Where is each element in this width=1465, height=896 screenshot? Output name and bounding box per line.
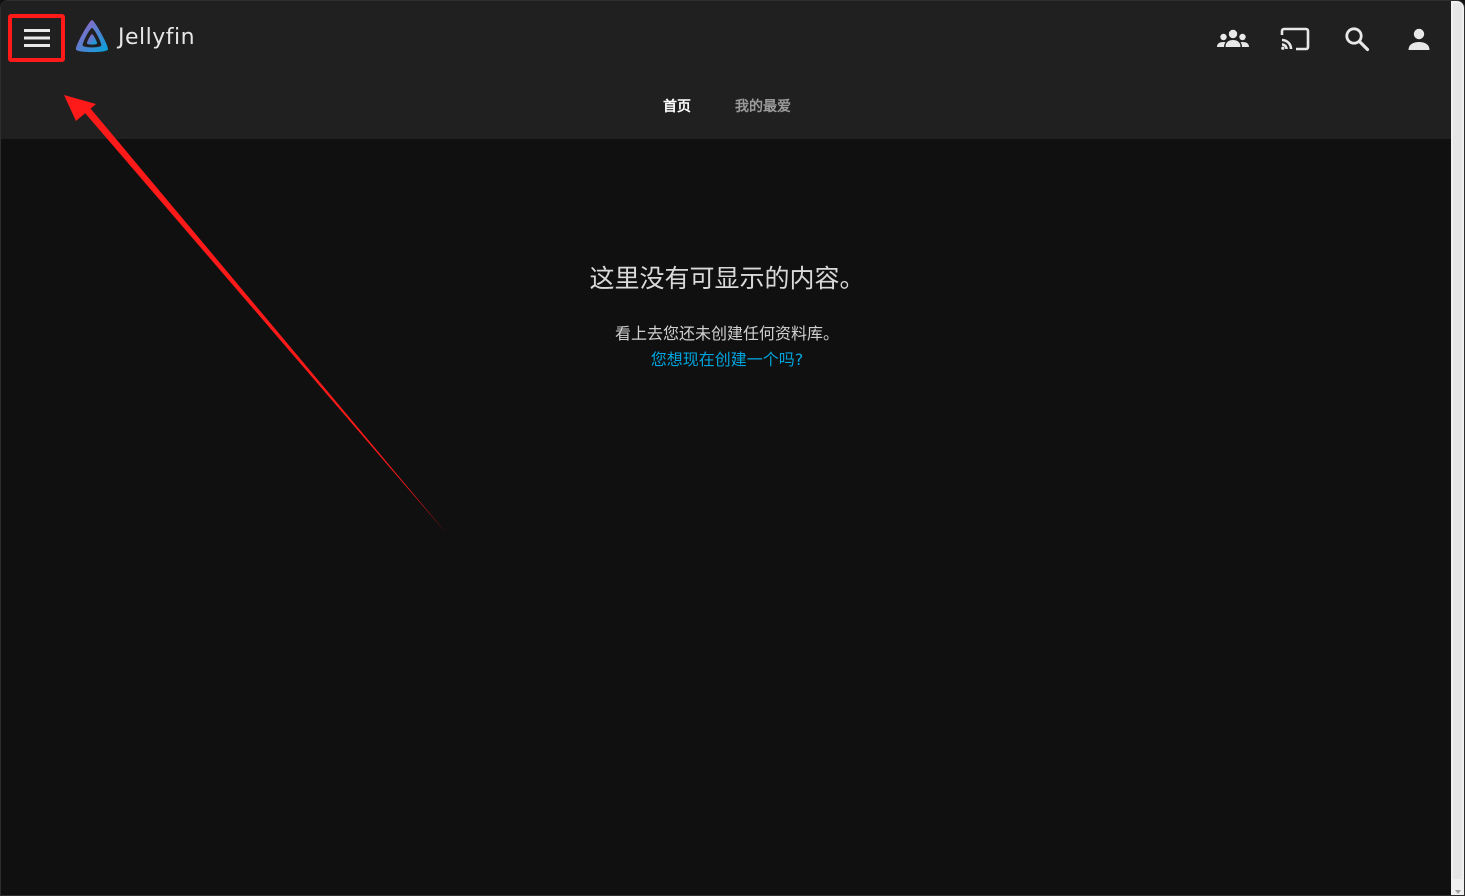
cast-icon xyxy=(1280,27,1310,51)
hamburger-menu-icon xyxy=(23,29,50,47)
menu-button[interactable] xyxy=(8,14,65,62)
tab-favorites[interactable]: 我的最爱 xyxy=(713,93,813,119)
user-icon xyxy=(1408,28,1430,50)
jellyfin-logo-icon xyxy=(75,20,109,53)
search-button[interactable] xyxy=(1337,19,1377,59)
app-window: Jellyfin 首页 我的最爱 这里没有可显示的内容。 看上去您还未创建任何资… xyxy=(0,0,1465,896)
syncplay-button[interactable] xyxy=(1213,19,1253,59)
empty-state-link-row: 您想现在创建一个吗? xyxy=(1,346,1453,370)
vertical-scrollbar[interactable] xyxy=(1451,1,1464,895)
user-button[interactable] xyxy=(1399,19,1439,59)
app-name: Jellyfin xyxy=(118,24,196,50)
cast-button[interactable] xyxy=(1275,19,1315,59)
empty-state-message: 看上去您还未创建任何资料库。 xyxy=(614,324,839,343)
header-actions xyxy=(1191,19,1439,59)
jellyfin-logo[interactable]: Jellyfin xyxy=(73,18,195,56)
scrollbar-thumb[interactable] xyxy=(1453,3,1462,879)
header-tabs: 首页 我的最爱 xyxy=(1,93,1453,119)
tab-home[interactable]: 首页 xyxy=(641,93,713,119)
top-header: Jellyfin 首页 我的最爱 xyxy=(1,1,1453,139)
main-content: 这里没有可显示的内容。 看上去您还未创建任何资料库。 您想现在创建一个吗? xyxy=(1,139,1453,895)
empty-state-title: 这里没有可显示的内容。 xyxy=(589,264,865,293)
scroll-down-arrow-icon[interactable] xyxy=(1455,890,1461,894)
create-library-link[interactable]: 您想现在创建一个吗? xyxy=(651,350,804,369)
people-icon xyxy=(1217,29,1249,47)
search-icon xyxy=(1345,27,1370,52)
